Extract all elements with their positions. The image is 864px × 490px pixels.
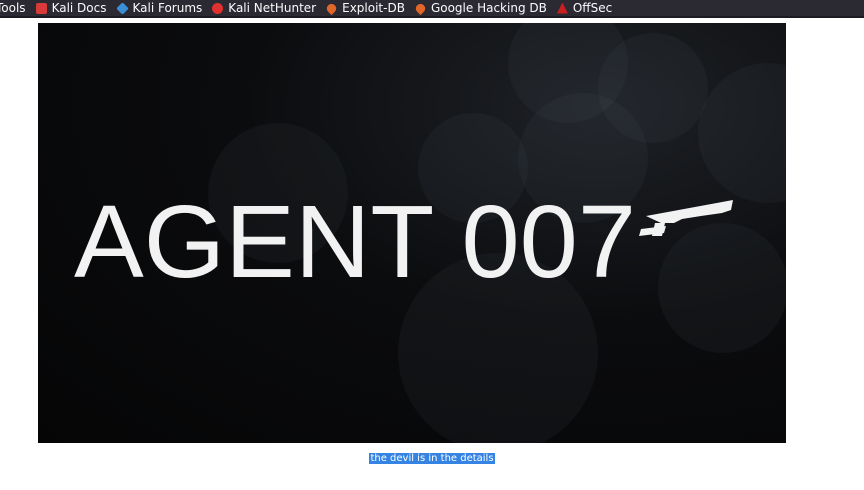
google-hacking-db-icon xyxy=(413,1,428,15)
bookmark-label: Kali Docs xyxy=(51,1,107,15)
exploit-db-icon xyxy=(325,1,339,15)
bookmark-exploit-db[interactable]: Exploit-DB xyxy=(325,0,405,16)
kali-forums-icon xyxy=(115,1,129,15)
bookmark-kali-forums[interactable]: Kali Forums xyxy=(115,0,203,16)
gun-icon xyxy=(639,200,733,236)
bookmark-tools[interactable]: Tools xyxy=(0,0,26,16)
bookmark-label: Tools xyxy=(0,1,26,15)
bookmark-google-hacking-db[interactable]: Google Hacking DB xyxy=(413,0,547,16)
kali-docs-icon xyxy=(35,2,47,14)
bookmark-offsec[interactable]: OffSec xyxy=(556,0,613,16)
bookmark-label: Google Hacking DB xyxy=(430,1,547,15)
bookmark-label: Exploit-DB xyxy=(342,1,405,15)
bookmark-kali-docs[interactable]: Kali Docs xyxy=(35,0,107,16)
hero-title: AGENT 007 xyxy=(74,184,636,299)
kali-nethunter-icon xyxy=(212,2,224,14)
bookmark-label: Kali NetHunter xyxy=(228,1,317,15)
hidden-caption: the devil is in the details xyxy=(0,452,864,465)
offsec-icon xyxy=(556,2,568,14)
selected-caption-text[interactable]: the devil is in the details xyxy=(369,453,495,464)
bookmark-kali-nethunter[interactable]: Kali NetHunter xyxy=(212,0,316,16)
bookmark-label: OffSec xyxy=(572,1,613,15)
agent-007-image: AGENT 007 xyxy=(38,23,786,443)
agent-007-logo: AGENT 007 xyxy=(74,184,733,299)
bookmarks-toolbar: Tools Kali Docs Kali Forums Kali NetHunt… xyxy=(0,0,864,18)
bookmark-label: Kali Forums xyxy=(132,1,203,15)
